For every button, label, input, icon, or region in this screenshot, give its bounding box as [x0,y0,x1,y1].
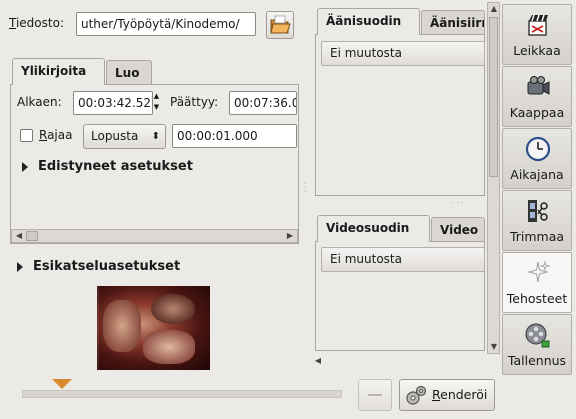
left-pane-hscrollbar[interactable]: ◀ ▶ [11,229,298,243]
tab-create[interactable]: Luo [106,60,152,85]
scroll-down-icon[interactable]: ▼ [488,341,500,353]
vscroll-thumb[interactable] [489,17,498,177]
sparkles-icon [527,260,551,283]
expander-arrow-icon [17,261,23,272]
sidebar-item-label: Leikkaa [513,43,561,58]
tab-overwrite[interactable]: Ylikirjoita [12,58,105,85]
film-scissors-icon [528,200,548,222]
updown-arrows-icon: ⬍ [151,131,160,142]
clock-icon [525,136,551,162]
preview-settings-label: Esikatseluasetukset [33,259,181,274]
tab-video[interactable]: Video [431,217,485,242]
file-path-input[interactable]: uther/Työpöytä/Kinodemo/ [76,12,256,36]
limit-checkbox[interactable] [20,129,33,142]
scroll-thumb[interactable] [26,231,38,241]
sidebar-item-trimmaa[interactable]: Trimmaa [502,190,572,251]
pane-splitter[interactable]: · · · [304,180,308,196]
limit-mode-select[interactable]: Lopusta ⬍ [83,124,166,149]
timeline-slider[interactable] [22,390,342,398]
advanced-settings-expander[interactable]: Edistyneet asetukset [22,159,193,174]
audio-splitter[interactable]: · · · [452,200,466,207]
file-label: Tiedosto: [9,16,64,30]
gears-icon [406,385,427,405]
tab-audio-transfer[interactable]: Äänisiirr [421,10,485,35]
sidebar-item-kaappaa[interactable]: Kaappaa [502,66,572,127]
render-label: Renderöi [432,387,488,402]
limit-duration-input[interactable]: 00:00:01.000 [172,124,297,148]
folder-open-icon [270,15,291,34]
sidebar-item-tallennus[interactable]: Tallennus [502,314,572,375]
end-time-input[interactable]: 00:07:36.0 [229,91,297,115]
sidebar-item-label: Aikajana [510,167,564,182]
scroll-up-icon[interactable]: ▲ [488,3,500,15]
scroll-left-icon[interactable]: ◀ [13,230,25,242]
render-button[interactable]: Renderöi [399,379,495,411]
open-file-button[interactable] [266,11,294,39]
preview-thumbnail [97,286,210,370]
camcorder-icon [527,76,550,95]
sidebar-item-label: Tallennus [507,353,567,368]
sidebar-item-label: Tehosteet [506,291,568,306]
start-label: Alkaen: [17,95,62,109]
sidebar-item-leikkaa[interactable]: Leikkaa [502,4,572,65]
limit-label: Rajaa [39,128,73,142]
film-reel-save-icon [525,323,550,348]
start-time-input[interactable]: 00:03:42.52 [73,91,153,115]
dash-icon [368,394,382,396]
tab-audio-filter[interactable]: Äänisuodin [317,8,420,35]
sidebar-item-label: Trimmaa [509,229,565,244]
scroll-left-icon[interactable]: ◀ [312,355,324,367]
start-time-spinner[interactable]: ▲ ▼ [151,91,162,115]
audio-filter-select[interactable]: Ei muutosta [321,41,485,66]
preview-settings-expander[interactable]: Esikatseluasetukset [17,259,180,274]
advanced-settings-label: Edistyneet asetukset [38,159,193,174]
tab-video-filter[interactable]: Videosuodin [317,215,430,242]
video-filter-select[interactable]: Ei muutosta [321,247,485,272]
timeline-marker[interactable] [52,379,72,389]
sidebar-item-tehosteet[interactable]: Tehosteet [502,252,572,313]
video-hscrollbar[interactable]: ◀ [312,355,486,368]
limit-mode-value: Lopusta [91,129,139,143]
sidebar-item-aikajana[interactable]: Aikajana [502,128,572,189]
stop-button[interactable] [358,379,392,411]
expander-arrow-icon [22,161,28,172]
sidebar-item-label: Kaappaa [509,105,565,120]
main-vscrollbar[interactable]: ▲ ▼ [487,2,500,354]
clapperboard-cut-icon [528,14,548,36]
scroll-right-icon[interactable]: ▶ [284,230,296,242]
end-label: Päättyy: [170,95,219,109]
